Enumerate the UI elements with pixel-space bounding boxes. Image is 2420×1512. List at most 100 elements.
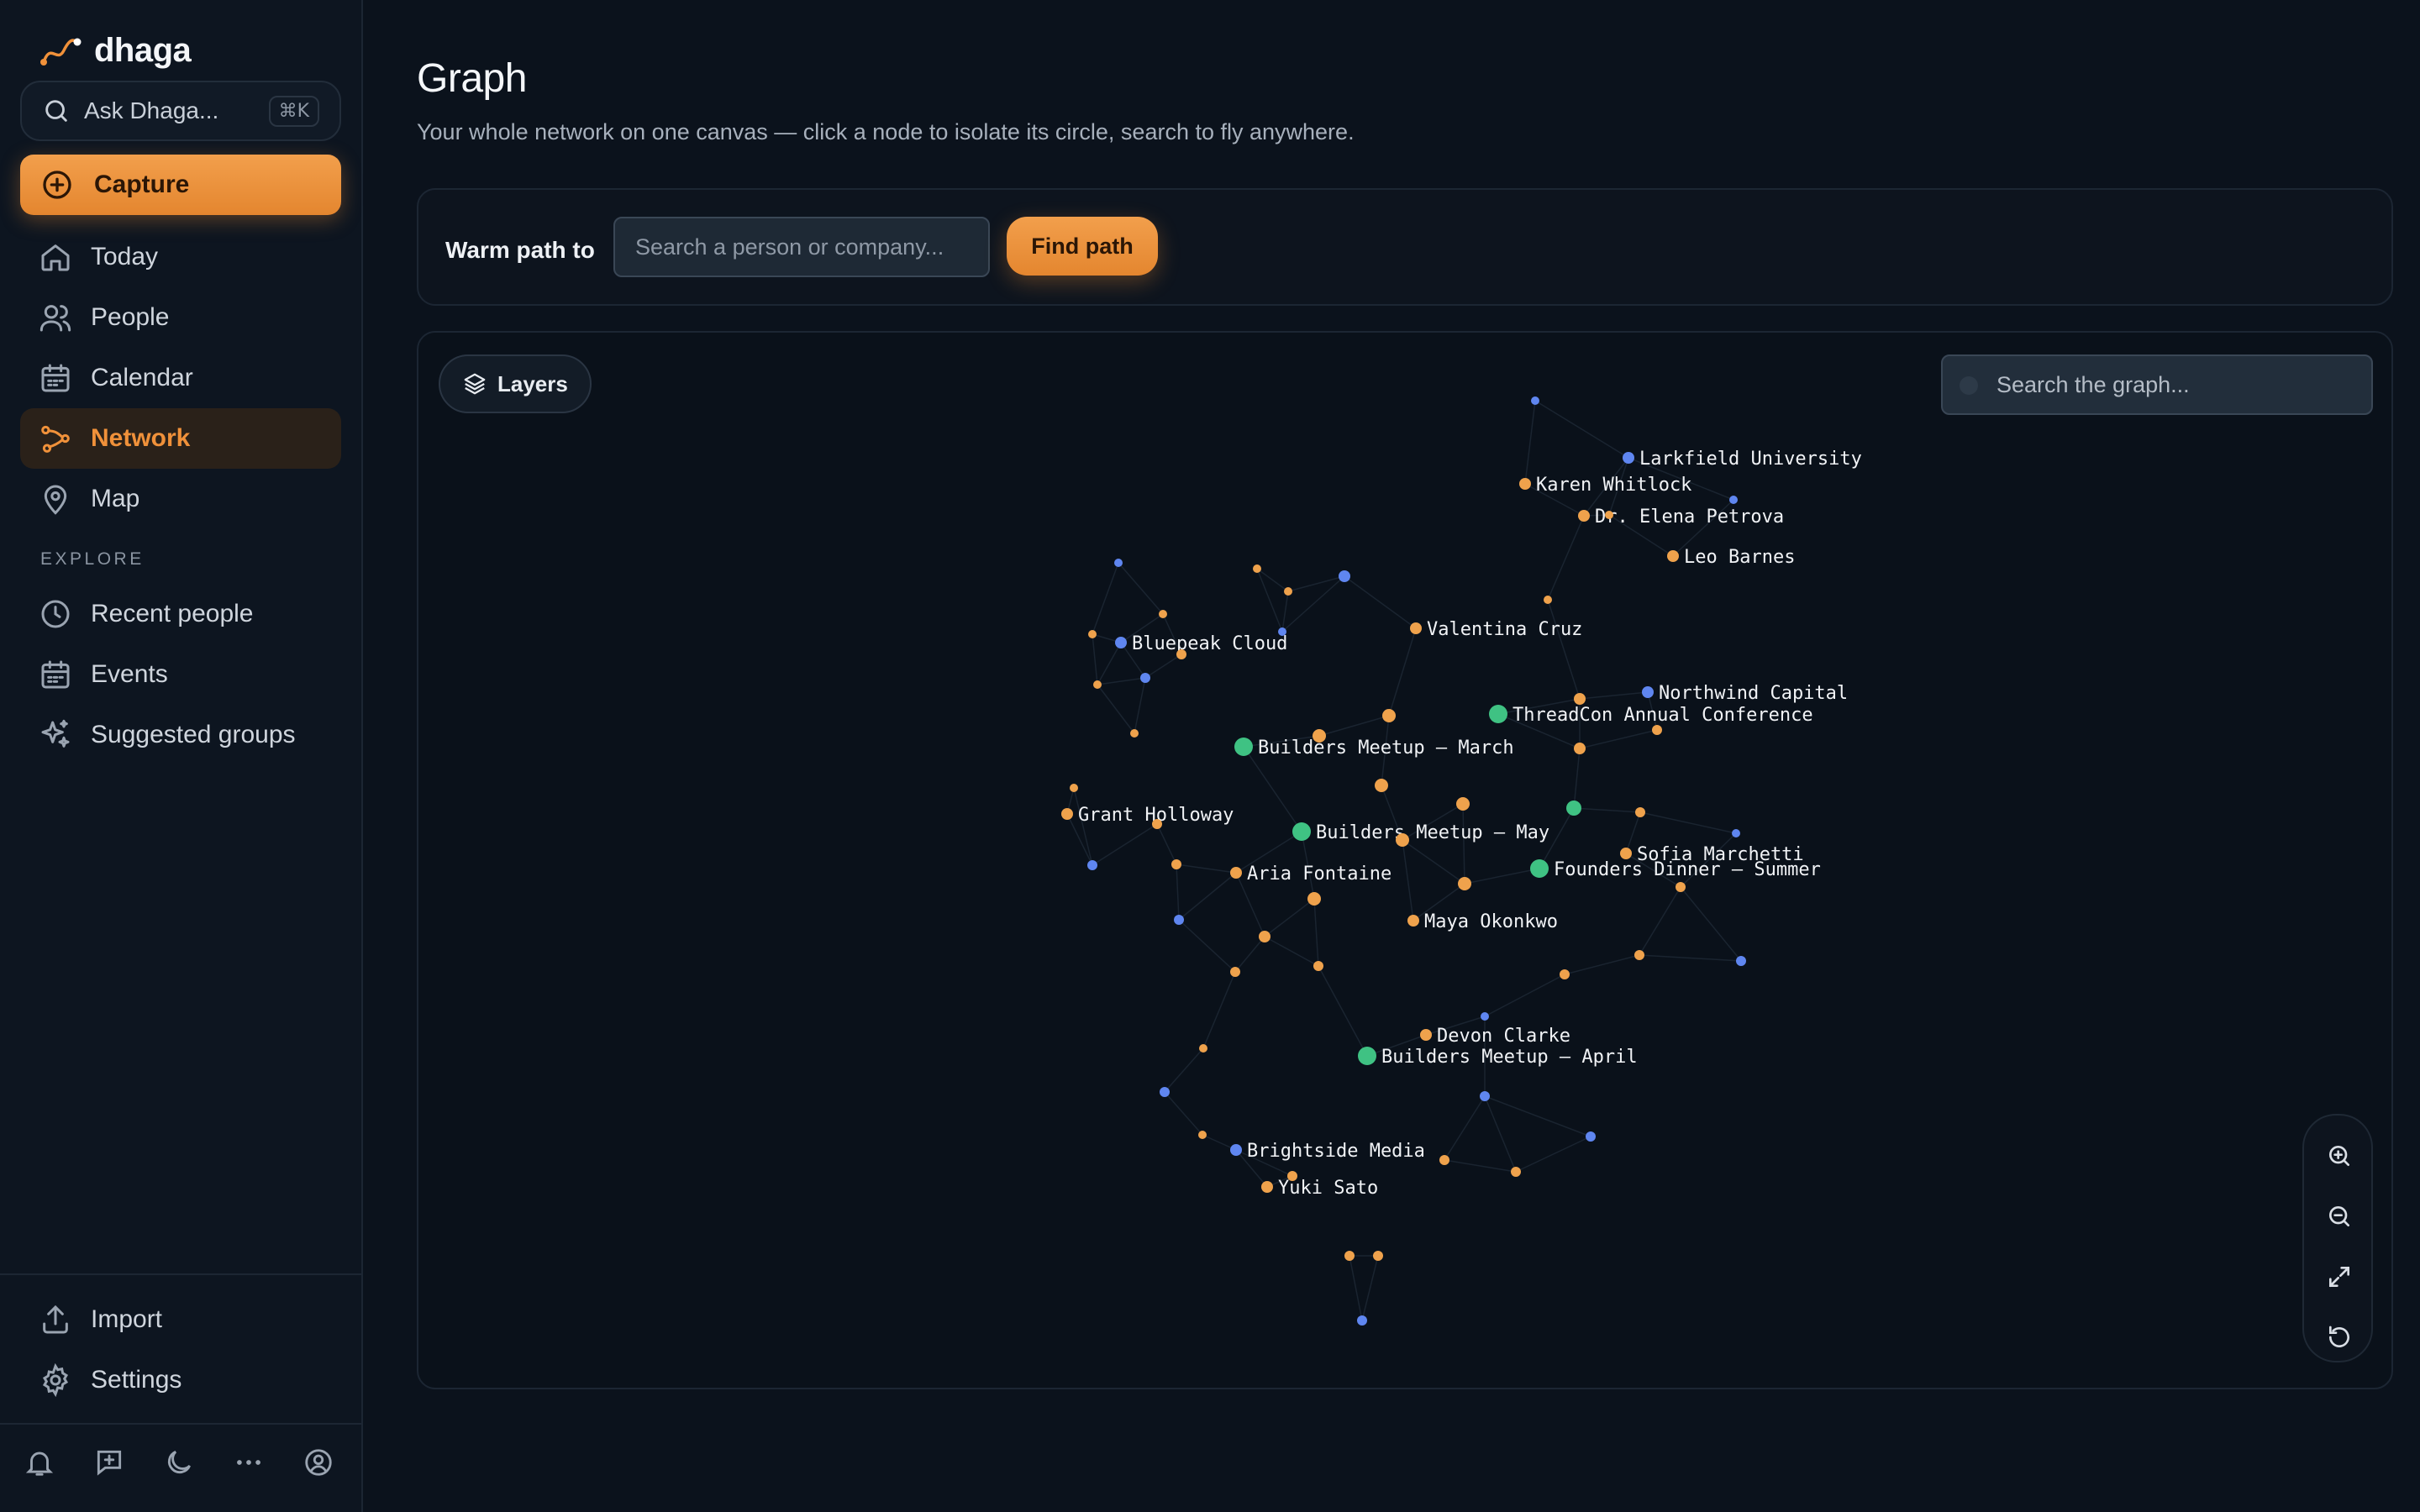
graph-node-person[interactable] [1373, 1251, 1383, 1261]
warm-path-input[interactable] [613, 217, 990, 277]
graph-node-person[interactable] [1261, 1181, 1273, 1193]
graph-node-company[interactable] [1531, 396, 1539, 405]
graph-node-person[interactable] [1382, 709, 1396, 722]
reset-view-button[interactable] [2321, 1319, 2358, 1356]
graph-node-company[interactable] [1480, 1091, 1490, 1101]
graph-node-label[interactable]: Builders Meetup — March [1258, 738, 1514, 759]
graph-node-company[interactable] [1115, 637, 1127, 648]
graph-node-person[interactable] [1634, 950, 1644, 960]
graph-node-person[interactable] [1152, 819, 1162, 829]
graph-node-event[interactable] [1234, 738, 1253, 756]
moon-icon[interactable] [163, 1446, 195, 1478]
graph-node-label[interactable]: Valentina Cruz [1427, 619, 1582, 640]
nav-calendar[interactable]: Calendar [20, 348, 341, 408]
graph-node-company[interactable] [1481, 1012, 1489, 1021]
nav-network[interactable]: Network [20, 408, 341, 469]
graph-node-person[interactable] [1420, 1029, 1432, 1041]
graph-node-event[interactable] [1292, 822, 1311, 841]
graph-node-company[interactable] [1114, 559, 1123, 567]
graph-node-person[interactable] [1620, 848, 1632, 859]
graph-node-person[interactable] [1578, 510, 1590, 522]
graph-node-person[interactable] [1307, 892, 1321, 906]
graph-node-person[interactable] [1410, 622, 1422, 634]
graph-node-label[interactable]: Brightside Media [1247, 1141, 1425, 1162]
graph-node-person[interactable] [1344, 1251, 1355, 1261]
more-icon[interactable] [233, 1446, 265, 1478]
graph-node-person[interactable] [1093, 680, 1102, 689]
graph-node-company[interactable] [1586, 1131, 1596, 1142]
graph-node-person[interactable] [1456, 797, 1470, 811]
graph-node-company[interactable] [1278, 627, 1286, 636]
bell-icon[interactable] [24, 1446, 55, 1478]
graph-node-label[interactable]: Leo Barnes [1684, 547, 1795, 568]
graph-node-label[interactable]: Builders Meetup — May [1316, 822, 1549, 843]
graph-node-person[interactable] [1635, 807, 1645, 817]
graph-node-person[interactable] [1088, 630, 1097, 638]
zoom-out-button[interactable] [2321, 1198, 2358, 1235]
graph-node-company[interactable] [1729, 496, 1738, 504]
graph-node-person[interactable] [1070, 784, 1078, 792]
nav-events[interactable]: Events [20, 644, 341, 705]
graph-svg[interactable]: Larkfield University Karen Whitlock Dr. El… [418, 333, 2393, 1389]
graph-node-label[interactable]: Builders Meetup — April [1381, 1047, 1638, 1068]
graph-node-person[interactable] [1230, 967, 1240, 977]
graph-node-company[interactable] [1087, 860, 1097, 870]
graph-node-person[interactable] [1061, 808, 1073, 820]
graph-node-person[interactable] [1652, 725, 1662, 735]
graph-node-person[interactable] [1511, 1167, 1521, 1177]
graph-node-person[interactable] [1171, 859, 1181, 869]
graph-node-company[interactable] [1623, 452, 1634, 464]
fit-view-button[interactable] [2321, 1258, 2358, 1295]
ask-dhaga-button[interactable]: Ask Dhaga... ⌘K [20, 81, 341, 141]
graph-node-person[interactable] [1458, 877, 1471, 890]
graph-node-company[interactable] [1642, 686, 1654, 698]
graph-node-label[interactable]: ThreadCon Annual Conference [1512, 705, 1813, 726]
find-path-button[interactable]: Find path [1007, 217, 1158, 276]
graph-node-company[interactable] [1339, 570, 1350, 582]
graph-node-person[interactable] [1574, 743, 1586, 754]
graph-node-event[interactable] [1566, 801, 1581, 816]
graph-node-label[interactable]: Bluepeak Cloud [1132, 633, 1287, 654]
graph-node-person[interactable] [1676, 882, 1686, 892]
graph-node-label[interactable]: Maya Okonkwo [1424, 911, 1558, 932]
graph-node-person[interactable] [1605, 511, 1613, 519]
graph-node-company[interactable] [1357, 1315, 1367, 1326]
graph-node-company[interactable] [1140, 673, 1150, 683]
graph-node-person[interactable] [1560, 969, 1570, 979]
graph-node-person[interactable] [1259, 931, 1270, 942]
graph-node-person[interactable] [1198, 1131, 1207, 1139]
graph-node-person[interactable] [1287, 1171, 1297, 1181]
graph-node-company[interactable] [1174, 915, 1184, 925]
nav-import[interactable]: Import [20, 1289, 341, 1350]
graph-search-input[interactable] [1941, 354, 2373, 415]
graph-node-person[interactable] [1407, 915, 1419, 927]
graph-node-company[interactable] [1736, 956, 1746, 966]
zoom-in-button[interactable] [2321, 1137, 2358, 1174]
graph-node-person[interactable] [1439, 1155, 1449, 1165]
capture-button[interactable]: Capture [20, 155, 341, 215]
graph-node-event[interactable] [1489, 705, 1507, 723]
graph-node-company[interactable] [1732, 829, 1740, 837]
message-plus-icon[interactable] [93, 1446, 125, 1478]
graph-node-person[interactable] [1159, 610, 1167, 618]
nav-map[interactable]: Map [20, 469, 341, 529]
nav-settings[interactable]: Settings [20, 1350, 341, 1410]
graph-node-event[interactable] [1530, 859, 1549, 878]
graph-node-person[interactable] [1284, 587, 1292, 596]
graph-node-event[interactable] [1358, 1047, 1376, 1065]
graph-node-label[interactable]: Dr. Elena Petrova [1595, 507, 1784, 528]
graph-node-label[interactable]: Larkfield University [1639, 449, 1862, 470]
graph-node-label[interactable]: Founders Dinner — Summer [1554, 859, 1821, 880]
graph-node-person[interactable] [1396, 833, 1409, 847]
graph-node-person[interactable] [1313, 961, 1323, 971]
graph-canvas[interactable]: Larkfield University Karen Whitlock Dr. El… [417, 331, 2393, 1389]
graph-node-label[interactable]: Aria Fontaine [1247, 864, 1392, 885]
graph-node-person[interactable] [1130, 729, 1139, 738]
graph-node-label[interactable]: Karen Whitlock [1536, 475, 1691, 496]
graph-node-person[interactable] [1199, 1044, 1207, 1053]
graph-node-person[interactable] [1519, 478, 1531, 490]
graph-node-company[interactable] [1160, 1087, 1170, 1097]
layers-button[interactable]: Layers [439, 354, 592, 413]
nav-today[interactable]: Today [20, 227, 341, 287]
graph-node-label[interactable]: Northwind Capital [1659, 683, 1848, 704]
